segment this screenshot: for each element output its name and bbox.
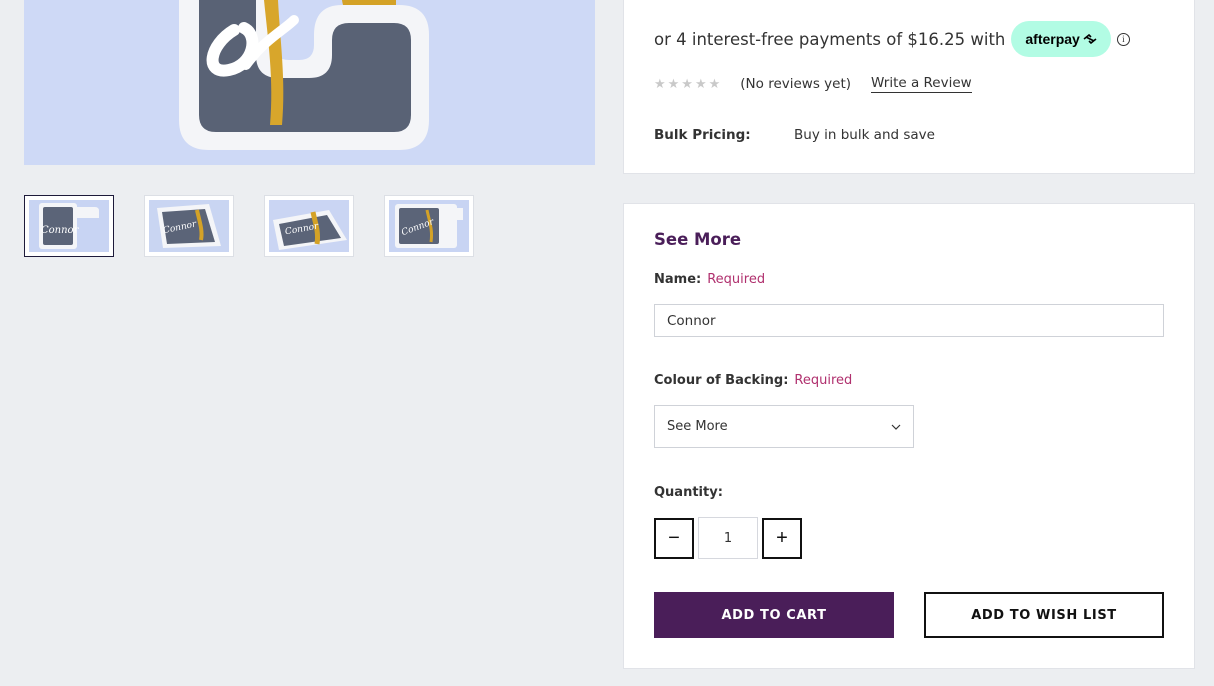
no-reviews-text: (No reviews yet) [740,76,852,92]
chevron-down-icon [891,424,901,430]
afterpay-text: or 4 interest-free payments of $16.25 wi… [654,29,1006,49]
add-to-cart-button[interactable]: ADD TO CART [654,592,894,638]
thumbnail-image: Connor [389,200,469,252]
quantity-input[interactable] [698,517,758,559]
options-card: See More Name: Required Colour of Backing… [623,203,1195,669]
bulk-pricing-label: Bulk Pricing: [654,127,751,143]
thumbnail-strip: Connor Connor Connor Connor [24,195,474,257]
thumbnail-image: Connor [149,200,229,252]
thumb-lettering: Connor [41,225,80,236]
name-input[interactable] [654,304,1164,337]
bulk-pricing-value: Buy in bulk and save [794,127,935,143]
name-field-label: Name: Required [654,272,765,287]
options-title: See More [654,230,742,249]
quantity-label: Quantity: [654,485,723,500]
add-to-wishlist-button[interactable]: ADD TO WISH LIST [924,592,1164,638]
thumbnail-3[interactable]: Connor [264,195,354,257]
product-photo [24,0,595,165]
backing-required-badge: Required [794,373,853,388]
thumbnail-2[interactable]: Connor [144,195,234,257]
quantity-increase-button[interactable]: + [762,517,802,559]
bulk-pricing-row: Bulk Pricing: Buy in bulk and save [654,127,935,143]
name-label-text: Name: [654,272,702,287]
pricing-card: or 4 interest-free payments of $16.25 wi… [623,0,1195,174]
backing-field-label: Colour of Backing: Required [654,373,852,388]
thumbnail-image: Connor [269,200,349,252]
afterpay-line: or 4 interest-free payments of $16.25 wi… [654,21,1130,57]
info-icon[interactable]: i [1116,32,1130,46]
afterpay-arrows-icon [1083,34,1097,44]
name-required-badge: Required [707,272,766,287]
backing-selected-value: See More [667,419,728,434]
thumbnail-4[interactable]: Connor [384,195,474,257]
main-product-image[interactable] [24,0,595,165]
thumbnail-image: Connor [29,200,109,252]
thumbnail-1[interactable]: Connor [24,195,114,257]
rating-stars-icon: ★★★★★ [654,76,723,92]
afterpay-badge[interactable]: afterpay [1011,21,1111,57]
backing-label-text: Colour of Backing: [654,373,789,388]
afterpay-brand: afterpay [1025,31,1080,47]
quantity-decrease-button[interactable]: − [654,517,694,559]
quantity-stepper: − + [654,517,802,559]
backing-colour-select[interactable]: See More [654,405,914,448]
write-review-link[interactable]: Write a Review [871,75,972,93]
reviews-row: ★★★★★ (No reviews yet) Write a Review [654,75,972,93]
